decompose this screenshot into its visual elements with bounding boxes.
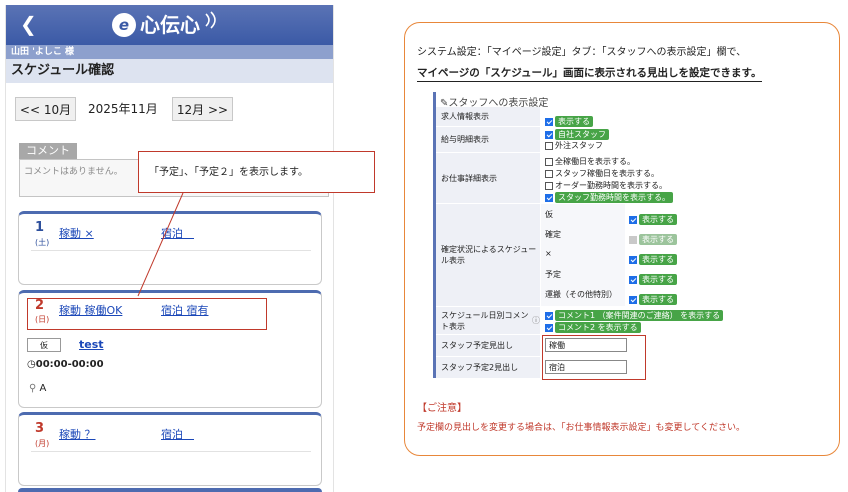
- option-label: 全稼働日を表示する。: [555, 157, 635, 166]
- day-card-3: 3 (月) 稼動 ？ 宿泊: [18, 412, 322, 486]
- status-option: 表示する: [629, 269, 677, 288]
- row-status-display: 確定状況によるスケジュール表示 仮 確定 × 予定 運搬（その他特別） 表示する…: [436, 204, 745, 307]
- chevron-left-icon[interactable]: ❮: [20, 13, 37, 35]
- highlight-box: [542, 335, 646, 380]
- option-label: オーダー勤務時間を表示する。: [555, 181, 667, 190]
- page-title: スケジュール確認: [6, 59, 333, 83]
- divider: [31, 451, 311, 452]
- option-label: コメント2 を表示する: [555, 322, 641, 333]
- option-label: 表示する: [639, 254, 677, 265]
- option-label: 表示する: [639, 274, 677, 285]
- status-option: 表示する: [629, 289, 677, 308]
- row-label: スタッフ予定2見出し: [436, 357, 540, 378]
- row-value: コメント1 （案件関連のご連絡） を表示する コメント2 を表示する: [541, 307, 745, 334]
- location-text: A: [39, 383, 47, 394]
- row-value: 仮 確定 × 予定 運搬（その他特別） 表示する 表示する 表示する 表示する …: [541, 204, 745, 306]
- location-row: ⚲ A: [29, 383, 46, 394]
- current-month: 2025年11月: [88, 102, 158, 116]
- row-value: 全稼働日を表示する。 スタッフ稼働日を表示する。 オーダー勤務時間を表示する。 …: [541, 153, 745, 203]
- day-number: 3: [35, 421, 45, 436]
- day-card-2: 2 (日) 稼動 稼働OK 宿泊 宿有 仮 test ◷00:00-00:00 …: [18, 290, 322, 408]
- next-month-button[interactable]: 12月 >>: [172, 97, 233, 121]
- row-label: スケジュール日別コメント表示 ⓘ: [436, 307, 540, 334]
- row-value: 自社スタッフ 外注スタッフ: [541, 127, 745, 152]
- option-label: 表示する: [639, 214, 677, 225]
- svg-text:心伝心: 心伝心: [140, 13, 200, 37]
- svg-text:e: e: [119, 16, 129, 34]
- row-value: 表示する: [541, 107, 745, 127]
- status-option: 表示する: [629, 249, 677, 268]
- day-card-1: 1 (土) 稼動 × 宿泊: [18, 211, 322, 285]
- schedule-link-1[interactable]: 稼動 ×: [59, 225, 94, 241]
- time-row: ◷00:00-00:00: [27, 359, 104, 370]
- row-label: 確定状況によるスケジュール表示: [436, 204, 540, 306]
- explanation-panel: システム設定：「マイページ設定」タブ：「スタッフへの表示設定」欄で、 マイページ…: [404, 22, 840, 456]
- status-name: 確定: [545, 230, 561, 239]
- settings-screenshot: ✎スタッフへの表示設定 求人情報表示 表示する 給与明細表示 自社スタッフ 外注…: [433, 92, 748, 380]
- schedule-link-1[interactable]: 稼動 ？: [59, 426, 96, 442]
- row-label: 求人情報表示: [436, 107, 540, 126]
- app-logo: e 心伝心: [112, 11, 216, 37]
- day-of-week: (月): [35, 439, 50, 448]
- option-label: 表示する: [639, 234, 677, 245]
- entry-link[interactable]: test: [79, 338, 104, 351]
- time-text: 00:00-00:00: [35, 359, 104, 370]
- checkbox[interactable]: [545, 323, 553, 332]
- row-work-detail: お仕事詳細表示 全稼働日を表示する。 スタッフ稼働日を表示する。 オーダー勤務時…: [436, 153, 745, 204]
- status-option: 表示する: [629, 209, 677, 228]
- checkbox[interactable]: [629, 215, 637, 224]
- status-name: 予定: [545, 270, 561, 279]
- caution-text: 予定欄の見出しを変更する場合は、「お仕事情報表示設定」も変更してください。: [417, 423, 745, 433]
- status-option: 表示する: [629, 229, 677, 248]
- row-daily-comment: スケジュール日別コメント表示 ⓘ コメント1 （案件関連のご連絡） を表示する コ…: [436, 307, 745, 335]
- status-name: ×: [545, 249, 552, 258]
- day-of-week: (土): [35, 238, 50, 247]
- row-job-info: 求人情報表示 表示する: [436, 107, 745, 127]
- location-pin-icon: ⚲: [29, 383, 37, 394]
- panel-intro-bold: マイページの「スケジュール」画面に表示される見出しを設定できます。: [417, 65, 762, 82]
- schedule-link-2[interactable]: 宿泊: [161, 426, 194, 442]
- checkbox[interactable]: [545, 193, 553, 202]
- checkbox: [629, 235, 637, 244]
- checkbox[interactable]: [629, 255, 637, 264]
- comment-tab: コメント: [19, 143, 77, 159]
- status-name: 運搬（その他特別）: [545, 290, 617, 299]
- schedule-link-2[interactable]: 宿泊: [161, 225, 194, 241]
- next-card-edge: [18, 488, 322, 492]
- checkbox[interactable]: [629, 275, 637, 284]
- mobile-schedule-view: ❮ e 心伝心 山田 'よしこ 様 スケジュール確認 << 10月 2025年1…: [5, 5, 334, 492]
- checkbox[interactable]: [545, 117, 553, 126]
- highlight-box: [27, 298, 267, 330]
- checkbox[interactable]: [545, 169, 553, 178]
- option-label: 表示する: [639, 294, 677, 305]
- option-label: 表示する: [555, 116, 593, 127]
- status-name: 仮: [545, 210, 553, 219]
- option-label: スタッフ稼働日を表示する。: [555, 169, 659, 178]
- row-label: 給与明細表示: [436, 127, 540, 152]
- row-label: お仕事詳細表示: [436, 153, 540, 203]
- checkbox[interactable]: [545, 181, 553, 190]
- row-salary: 給与明細表示 自社スタッフ 外注スタッフ: [436, 127, 745, 153]
- checkbox[interactable]: [545, 130, 553, 139]
- app-header: ❮ e 心伝心: [6, 5, 333, 45]
- clock-icon: ◷: [27, 359, 36, 370]
- row-label: スタッフ予定見出し: [436, 335, 540, 356]
- option-label: 外注スタッフ: [555, 140, 603, 150]
- checkbox[interactable]: [629, 295, 637, 304]
- day-number: 1: [35, 220, 45, 235]
- callout-note: 「予定」、「予定２」を表示します。: [138, 151, 375, 193]
- checkbox[interactable]: [545, 311, 553, 320]
- help-icon[interactable]: ⓘ: [532, 315, 540, 326]
- option-label: コメント1 （案件関連のご連絡） を表示する: [555, 310, 724, 321]
- option-label: スタッフ勤務時間を表示する。: [555, 192, 673, 203]
- status-badge: 仮: [27, 338, 61, 352]
- panel-intro: システム設定：「マイページ設定」タブ：「スタッフへの表示設定」欄で、: [417, 47, 747, 58]
- checkbox[interactable]: [545, 157, 553, 166]
- divider: [31, 250, 311, 251]
- user-name: 山田 'よしこ 様: [6, 45, 333, 59]
- option-label: 自社スタッフ: [555, 129, 609, 140]
- caution-title: 【ご注意】: [417, 403, 467, 414]
- checkbox[interactable]: [545, 141, 553, 150]
- prev-month-button[interactable]: << 10月: [15, 97, 76, 121]
